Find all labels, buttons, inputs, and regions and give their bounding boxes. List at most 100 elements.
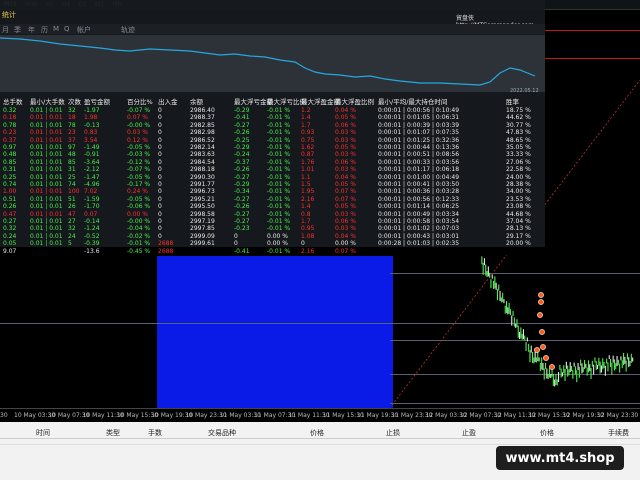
table-cell: -0.01 % xyxy=(267,151,291,159)
trade-marker[interactable] xyxy=(540,344,546,350)
table-cell: 0 xyxy=(158,136,162,144)
candle xyxy=(599,361,601,374)
table-cell: -0.01 % xyxy=(267,203,291,211)
table-cell: -0.01 % xyxy=(267,181,291,188)
table-cell: 1.7 xyxy=(301,121,311,129)
table-cell: 0:00:01 | 0:00:56 | 0:12:33 xyxy=(378,195,460,203)
candle xyxy=(597,365,599,369)
candle xyxy=(526,337,528,342)
table-cell: 0.01 | 0.01 xyxy=(30,218,63,225)
table-cell: 0.01 | 0.01 xyxy=(30,107,63,114)
table-cell: 0.01 | 0.01 xyxy=(30,151,63,159)
table-cell: 0.01 | 0.01 xyxy=(30,195,63,203)
graph-tab[interactable]: Q xyxy=(64,25,70,33)
candle xyxy=(513,317,515,327)
graph-tab[interactable]: 月 xyxy=(2,25,9,35)
table-cell: 2990.30 xyxy=(190,173,215,181)
graph-tab[interactable]: 历 xyxy=(41,25,48,35)
table-cell: 0.47 xyxy=(3,210,17,218)
table-cell: 3.54 xyxy=(84,136,98,144)
table-cell: -0.05 % xyxy=(127,195,151,203)
table-cell: -0.01 % xyxy=(267,136,291,144)
table-cell: 0 xyxy=(158,151,162,159)
table-cell: -0.05 % xyxy=(127,173,151,181)
table-cell: -0.01 % xyxy=(267,166,291,174)
table-cell: 1.2 xyxy=(301,107,311,114)
table-cell: 0.05 % xyxy=(335,181,356,188)
orders-col-header[interactable]: 价格 xyxy=(540,428,554,438)
table-cell: 22.58 % xyxy=(506,166,531,174)
orders-col-header[interactable]: 止损 xyxy=(386,428,400,438)
statistics-panel[interactable]: 统计 貿盘侠 http://MTCommander.com 月季年历MQ帐户轨迹… xyxy=(0,0,545,255)
table-cell: 0.18 xyxy=(3,114,17,122)
equity-curve-line xyxy=(0,37,536,86)
table-cell: 0.01 | 0.01 xyxy=(30,114,63,122)
candle xyxy=(554,379,556,387)
trade-marker[interactable] xyxy=(537,312,543,318)
candle xyxy=(512,311,514,316)
candle xyxy=(529,350,531,363)
table-cell: 0.27 xyxy=(3,218,17,225)
graph-tab[interactable]: 年 xyxy=(28,25,35,35)
candle xyxy=(590,368,592,379)
candle xyxy=(623,353,625,365)
table-cell: 0 xyxy=(158,121,162,129)
trade-marker[interactable] xyxy=(534,347,540,353)
table-cell: 1.98 xyxy=(84,114,98,122)
table-cell: 0 xyxy=(158,107,162,114)
table-cell: 0:00:01 | 0:01:05 | 0:06:31 xyxy=(378,114,460,122)
table-cell: 0.03 % xyxy=(335,210,356,218)
graph-tab[interactable]: M xyxy=(53,25,59,33)
table-cell: 0.8 xyxy=(301,210,311,218)
orders-col-header[interactable]: 止盈 xyxy=(462,428,476,438)
table-cell: 0.01 | 0.01 xyxy=(30,181,63,188)
candle xyxy=(582,367,584,373)
orders-col-header[interactable]: 类型 xyxy=(106,428,120,438)
orders-col-header[interactable]: 手数 xyxy=(148,428,162,438)
candle xyxy=(573,362,575,367)
table-cell: -0.25 xyxy=(234,136,250,144)
candle xyxy=(490,279,492,289)
table-cell: 1.62 xyxy=(301,144,315,151)
trade-marker[interactable] xyxy=(538,299,544,305)
candle xyxy=(538,357,540,362)
trade-marker[interactable] xyxy=(538,292,544,298)
table-cell: 51 xyxy=(68,195,76,203)
table-cell: 0 xyxy=(158,218,162,225)
candle xyxy=(581,363,583,374)
trade-marker[interactable] xyxy=(543,355,549,361)
table-cell: 2998.58 xyxy=(190,210,215,218)
table-cell: 0.00 % xyxy=(127,210,148,218)
table-cell: -0.03 % xyxy=(127,151,151,159)
table-header: 出入金 xyxy=(158,98,178,106)
orders-col-header[interactable]: 手续费 xyxy=(608,428,629,438)
table-cell: 0.01 | 0.01 xyxy=(30,136,63,144)
candle xyxy=(516,319,518,328)
table-cell: -1.49 xyxy=(84,144,100,151)
candle xyxy=(520,327,522,339)
orders-col-header[interactable]: 交易品种 xyxy=(208,428,236,438)
graph-tab[interactable]: 季 xyxy=(14,25,21,35)
candle xyxy=(489,272,491,278)
table-cell: 26 xyxy=(68,203,76,211)
trade-marker[interactable] xyxy=(549,364,555,370)
summary-cell: -0.45 % xyxy=(127,248,151,255)
table-cell: 7.02 xyxy=(84,188,98,196)
candle xyxy=(602,358,604,370)
table-cell: 1.7 xyxy=(301,218,311,225)
orders-col-header[interactable]: 时间 xyxy=(36,428,50,438)
table-cell: 1.08 xyxy=(301,232,315,240)
table-cell: 23 xyxy=(68,129,76,137)
table-cell: -0.04 % xyxy=(127,225,151,233)
graph-tab[interactable]: 帐户 xyxy=(77,25,91,35)
orders-col-header[interactable]: 价格 xyxy=(310,428,324,438)
candle xyxy=(507,307,509,315)
candle xyxy=(567,365,569,377)
table-cell: 0.06 % xyxy=(335,121,356,129)
candle xyxy=(586,367,588,376)
trade-marker[interactable] xyxy=(539,329,545,335)
table-cell: -0.27 xyxy=(234,210,250,218)
table-cell: 47 xyxy=(68,210,76,218)
table-cell: 0.07 % xyxy=(127,114,148,122)
table-cell: 25 xyxy=(68,173,76,181)
